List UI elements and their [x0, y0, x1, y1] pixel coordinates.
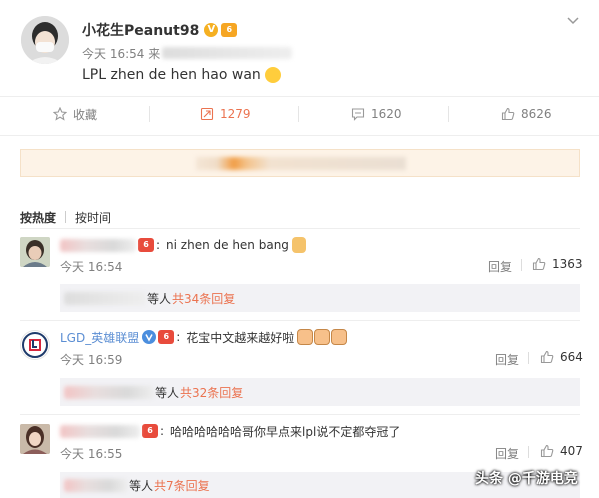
post-more-button[interactable]: [566, 14, 580, 28]
thumbs-up-icon: [540, 444, 554, 458]
action-separator-3: [448, 106, 449, 122]
replies-link[interactable]: 共7条回复: [154, 477, 210, 494]
verified-icon: V: [204, 23, 219, 37]
post-author-row: 小花生Peanut98 V 6: [82, 20, 238, 40]
comment-body: 6 : 哈哈哈哈哈哈哥你早点来lpl说不定都夺冠了: [60, 422, 400, 440]
post-meta: 今天 16:54 来: [82, 45, 293, 61]
comment-body: LGD_英雄联盟 6 : 花宝中文越来越好啦: [60, 328, 348, 346]
vip-badge-icon: 6: [158, 330, 175, 344]
comment-text: 花宝中文越来越好啦: [186, 330, 295, 345]
star-icon: [53, 107, 67, 121]
post-text-row: LPL zhen de hen hao wan: [82, 65, 281, 85]
replies-link[interactable]: 共34条回复: [172, 290, 235, 307]
watermark: 头条 @千游电竞: [475, 471, 578, 487]
comment-divider: [20, 414, 580, 415]
comment-button[interactable]: 1620: [351, 104, 402, 124]
comment-icon: [351, 108, 365, 121]
vip-badge-icon: 6: [138, 238, 154, 252]
sort-tab-hot[interactable]: 按热度: [20, 209, 56, 226]
comment-text: 哈哈哈哈哈哈哥你早点来lpl说不定都夺冠了: [170, 424, 401, 439]
comment-count: 1620: [371, 107, 402, 121]
vip-badge-icon: 6: [142, 424, 158, 438]
action-separator-2: [298, 106, 299, 122]
actions-divider: [0, 135, 599, 136]
replies-suffix: 等人: [129, 478, 154, 493]
comment-divider: [20, 320, 580, 321]
notice-bar-redacted-content: [196, 157, 406, 170]
comment-separator: [528, 352, 529, 364]
notice-bar[interactable]: [20, 149, 580, 177]
comment-body: 6 : ni zhen de hen bang: [60, 236, 306, 254]
author-avatar[interactable]: [21, 16, 69, 64]
comment-avatar[interactable]: [20, 330, 50, 360]
comment-reply-button[interactable]: 回复: [495, 445, 519, 462]
sort-tab-time[interactable]: 按时间: [75, 209, 111, 226]
comment-replies-box[interactable]: 等人 共32条回复: [60, 378, 580, 406]
repost-icon: [200, 107, 214, 121]
cat-emoji-icon: [297, 329, 314, 345]
comment-author-redacted[interactable]: [60, 424, 140, 438]
like-button[interactable]: 8626: [501, 104, 552, 124]
comment-author-name[interactable]: LGD_英雄联盟: [60, 329, 139, 346]
comment-time: 今天 16:55: [60, 447, 123, 461]
comment-separator: [528, 446, 529, 458]
vip-badge-icon: 6: [221, 23, 238, 37]
cat-emoji-icon: [331, 329, 348, 345]
comment-time: 今天 16:54: [60, 260, 123, 274]
laughing-emoji-icon: [264, 67, 281, 83]
comment-avatar[interactable]: [20, 237, 50, 267]
comment-text: ni zhen de hen bang: [166, 238, 289, 252]
post-source-redacted: [162, 47, 293, 59]
post-divider: [0, 96, 599, 97]
post-author-name[interactable]: 小花生Peanut98: [82, 20, 199, 40]
verified-blue-icon: [142, 330, 157, 344]
author-avatar-image: [21, 16, 69, 64]
comment-like-count: 664: [560, 350, 583, 364]
sort-divider: [20, 228, 580, 229]
replies-suffix: 等人: [155, 385, 180, 400]
comment-reply-button[interactable]: 回复: [488, 258, 512, 275]
comment-avatar-image: [20, 424, 50, 454]
reply-authors-redacted: [64, 385, 154, 399]
comment-reply-button[interactable]: 回复: [495, 351, 519, 368]
replies-suffix: 等人: [147, 291, 172, 306]
chevron-down-icon: [567, 17, 579, 25]
comment-colon: :: [156, 238, 161, 252]
like-count: 8626: [521, 107, 552, 121]
thumbs-up-emoji-icon: [291, 237, 306, 253]
repost-count: 1279: [220, 107, 251, 121]
reply-authors-redacted: [64, 478, 128, 492]
replies-link[interactable]: 共32条回复: [180, 384, 243, 401]
comment-like-button[interactable]: 407: [540, 444, 583, 458]
repost-button[interactable]: 1279: [200, 104, 251, 124]
comment-colon: :: [160, 424, 165, 438]
comment-avatar-image: [20, 237, 50, 267]
comment-author-redacted[interactable]: [60, 238, 136, 252]
reply-authors-redacted: [64, 291, 146, 305]
comment-like-button[interactable]: 1363: [532, 257, 583, 271]
thumbs-up-icon: [501, 107, 515, 121]
comment-avatar[interactable]: [20, 424, 50, 454]
thumbs-up-icon: [540, 350, 554, 364]
favorite-label: 收藏: [73, 107, 98, 122]
comment-like-count: 407: [560, 444, 583, 458]
comment-colon: :: [176, 330, 181, 344]
cat-emoji-icon: [314, 329, 331, 345]
post-text: LPL zhen de hen hao wan: [82, 67, 261, 83]
post-time: 今天 16:54 来: [82, 46, 161, 61]
lgd-logo-icon: [22, 332, 48, 358]
sort-separator: [65, 211, 66, 223]
comment-like-button[interactable]: 664: [540, 350, 583, 364]
comment-replies-box[interactable]: 等人 共34条回复: [60, 284, 580, 312]
action-separator-1: [149, 106, 150, 122]
comment-time: 今天 16:59: [60, 353, 123, 367]
comment-separator: [521, 259, 522, 271]
comment-like-count: 1363: [552, 257, 583, 271]
thumbs-up-icon: [532, 257, 546, 271]
favorite-button[interactable]: 收藏: [53, 104, 97, 124]
